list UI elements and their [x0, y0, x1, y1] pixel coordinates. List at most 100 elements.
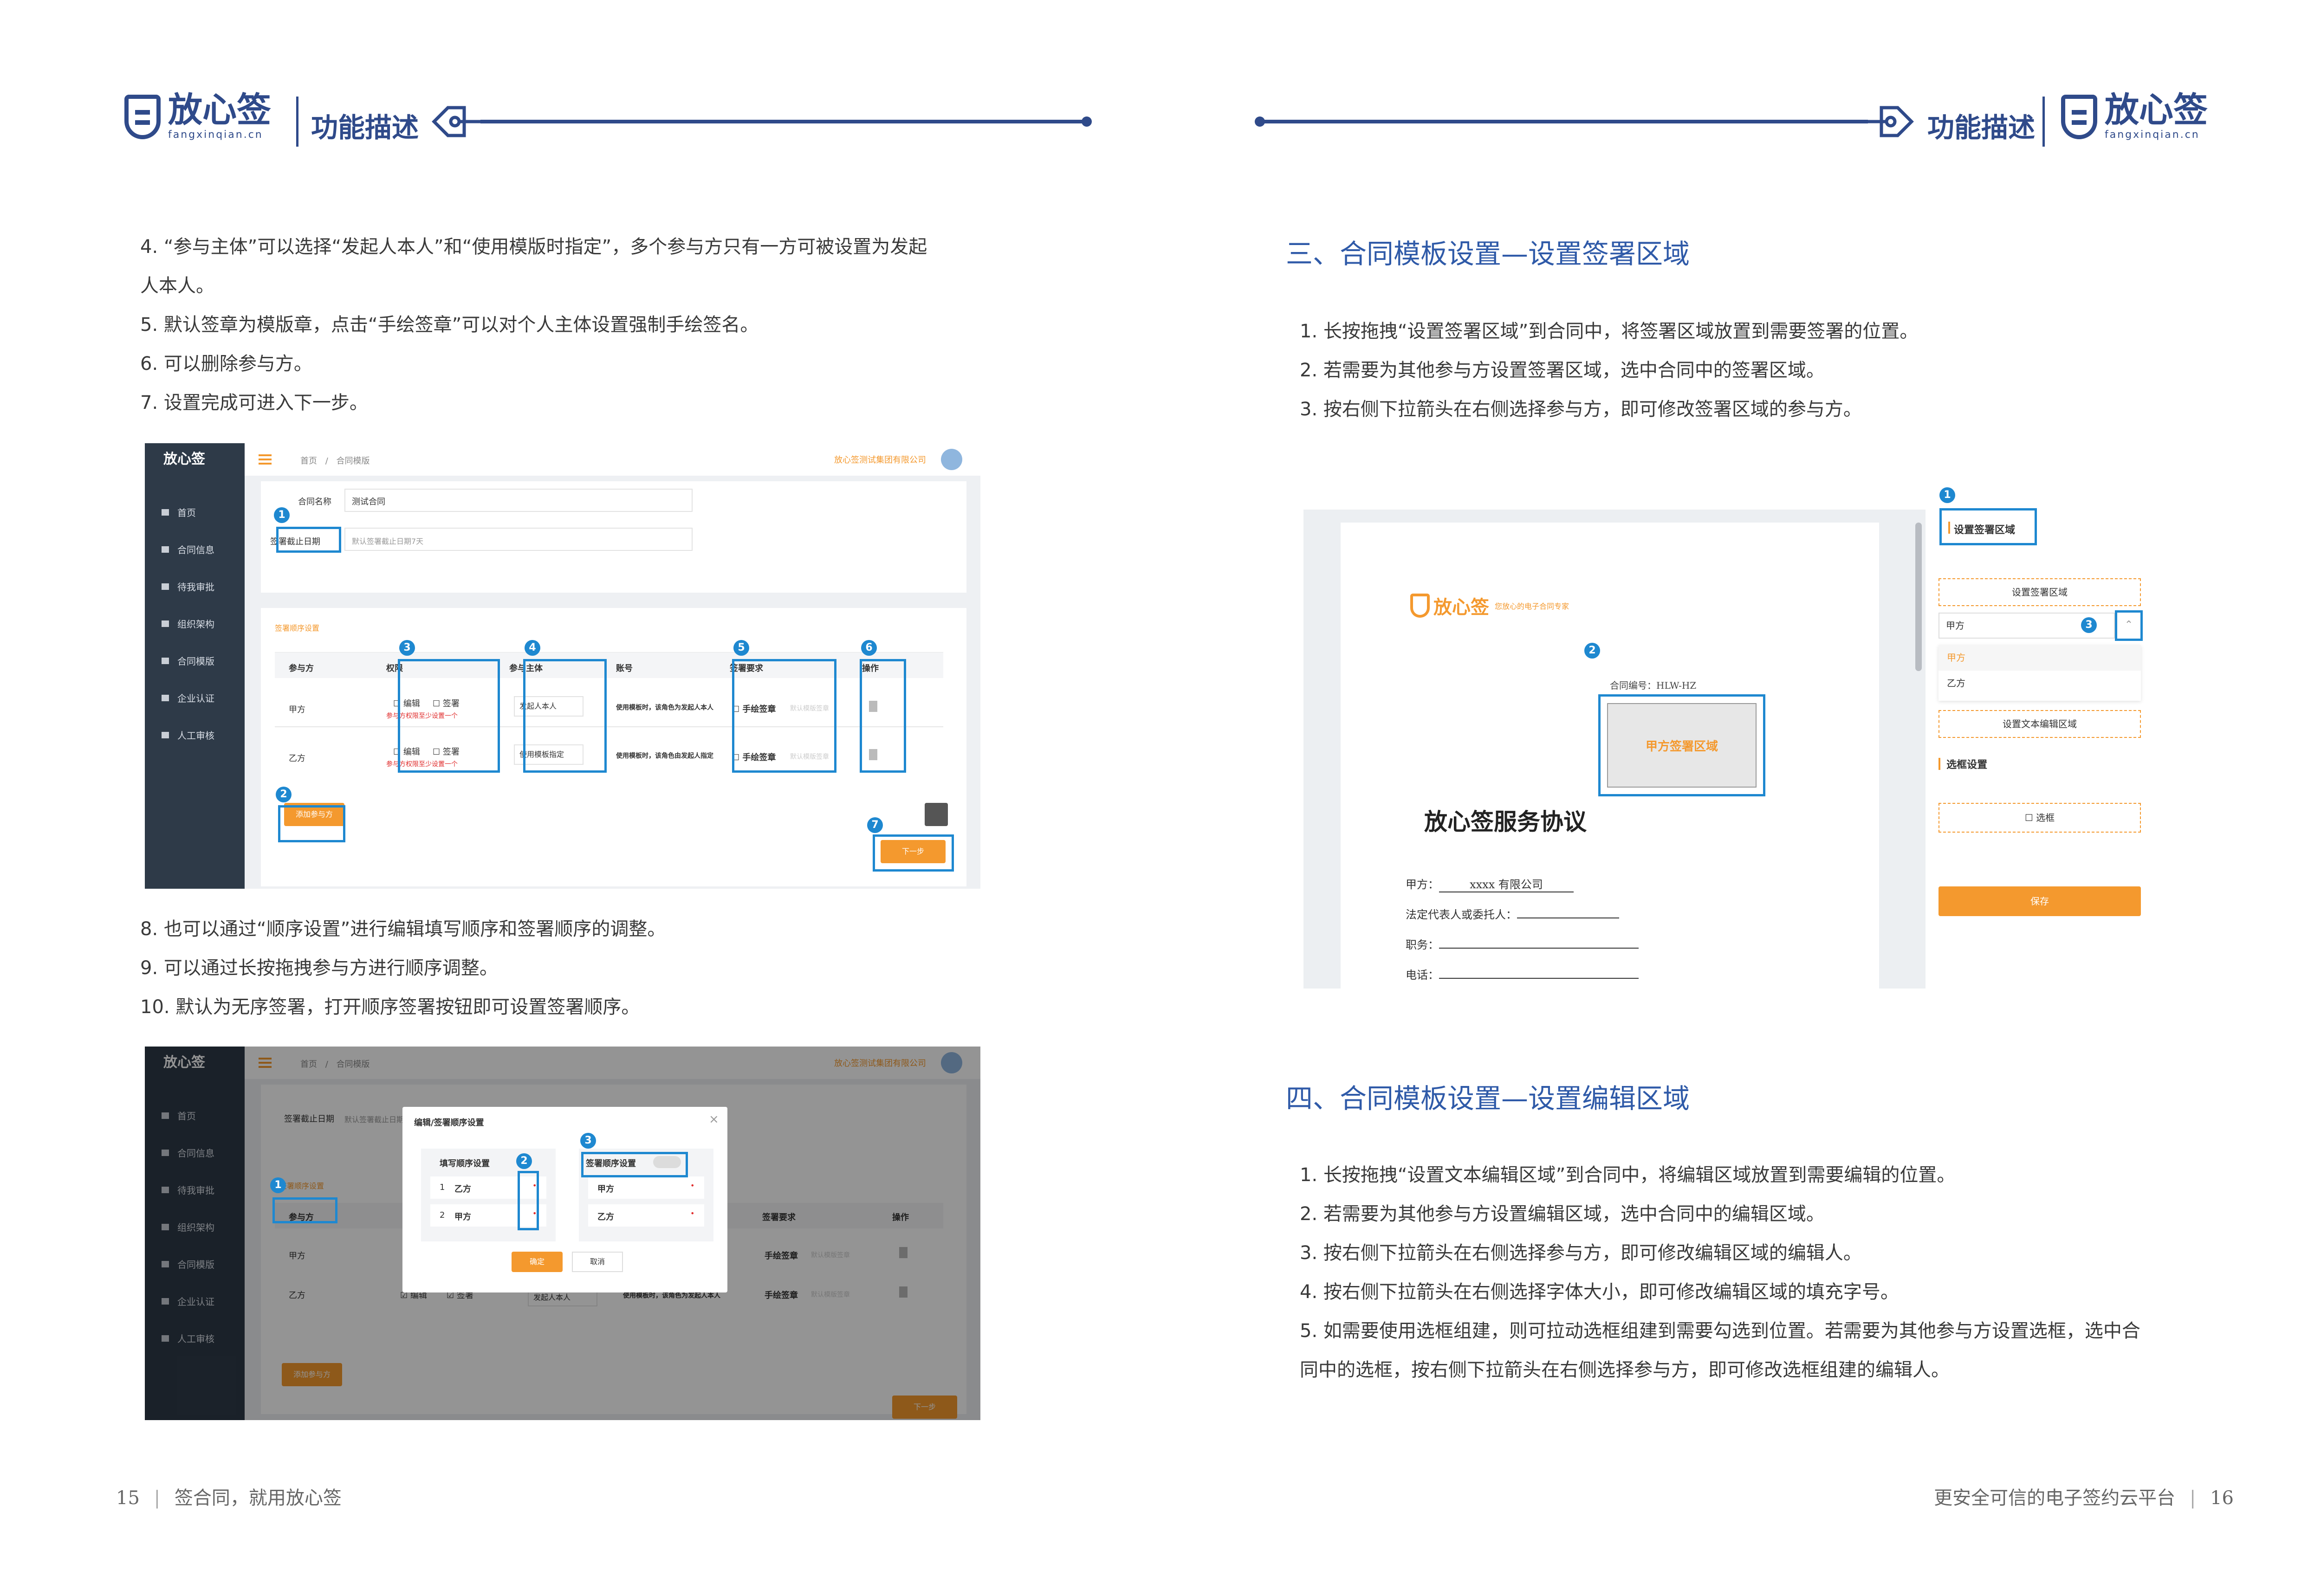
marker-4: 4 [525, 640, 540, 656]
row-party: 乙方 [289, 754, 305, 763]
chevron-up-icon[interactable]: ⌃ [2115, 610, 2143, 641]
step-text: 3. 按右侧下拉箭头在右侧选择参与方，即可修改签署区域的参与方。 [1300, 399, 1862, 420]
sidebar-logo: 放心签 [163, 451, 205, 467]
circuit-icon-right [1865, 106, 1914, 137]
marker-3: 3 [580, 1133, 596, 1149]
marker-5: 5 [733, 640, 749, 656]
breadcrumb-home[interactable]: 首页 [300, 456, 317, 466]
sign-order-item[interactable]: 甲方 • [588, 1176, 704, 1199]
step-text: 同中的选框，按右侧下拉箭头在右侧选择参与方，即可修改选框组建的编辑人。 [1300, 1359, 1950, 1381]
doc-field: 法定代表人或委托人： [1406, 905, 1619, 922]
section3-steps: 1. 长按拖拽“设置签署区域”到合同中，将签署区域放置到需要签署的位置。 2. … [1300, 312, 2275, 429]
header-left: 放心签 fangxinqian.cn [124, 93, 271, 141]
dropdown-option-selected[interactable]: 甲方 [1938, 645, 2141, 671]
step-text: 1. 长按拖拽“设置文本编辑区域”到合同中，将编辑区域放置到需要编辑的位置。 [1300, 1164, 1956, 1186]
step-text: 4. 按右侧下拉箭头在右侧选择字体大小，即可修改编辑区域的填充字号。 [1300, 1281, 1899, 1303]
table-header [275, 653, 943, 678]
header-rule-left [480, 120, 1086, 123]
marker-1: 1 [274, 507, 290, 523]
brand-name: 放心签 [168, 90, 271, 130]
sidebar-item[interactable]: 企业认证 [145, 680, 245, 717]
account-text: 使用模板时，该角色为发起人本人 [616, 704, 713, 711]
marker-2: 2 [276, 787, 292, 802]
screenshot-sign-area: 放心签 您放心的电子合同专家 合同编号：HLW-HZ 甲方签署区域 放心签服务协… [1303, 487, 2148, 989]
step-text: 2. 若需要为其他参与方设置签署区域，选中合同中的签署区域。 [1300, 360, 1825, 381]
marker-box-sign-toggle [581, 1152, 688, 1177]
order-dialog: 编辑/签署顺序设置 × 填写顺序设置 1 乙方 • 2 甲方 • 签署顺序设置 … [402, 1107, 727, 1292]
page-number-left: 15 [116, 1487, 140, 1509]
doc-logo: 放心签 您放心的电子合同专家 [1410, 592, 1569, 619]
sidebar-item[interactable]: 合同模版 [145, 643, 245, 680]
step-text: 10. 默认为无序签署，打开顺序签署按钮即可设置签署顺序。 [140, 996, 640, 1018]
doc-logo-icon [1410, 594, 1430, 618]
doc-page: 放心签 您放心的电子合同专家 合同编号：HLW-HZ 甲方签署区域 放心签服务协… [1341, 523, 1879, 989]
sign-area-box[interactable]: 甲方签署区域 [1598, 694, 1765, 796]
breadcrumb-current: 合同模版 [336, 456, 370, 466]
section-label-right: 功能描述 [1927, 112, 2036, 143]
steps-b: 8. 也可以通过“顺序设置”进行编辑填写顺序和签署顺序的调整。 9. 可以通过长… [140, 910, 1069, 1027]
header-rule-right [1260, 120, 1868, 123]
header-rule-dot-left [1082, 116, 1092, 127]
marker-box-add [278, 805, 345, 842]
brand-url: fangxinqian.cn [2105, 129, 2200, 141]
footer-slogan-right: 更安全可信的电子签约云平台 [1934, 1487, 2176, 1509]
sign-area-button[interactable]: 设置签署区域 [1938, 578, 2141, 606]
confirm-button[interactable]: 确定 [512, 1252, 563, 1272]
settings-panel: 1 设置签署区域 设置签署区域 甲方 3 ⌃ 甲方 乙方 设置文本编辑区域 选框… [1930, 487, 2148, 989]
sidebar-item[interactable]: 待我审批 [145, 569, 245, 606]
cancel-button[interactable]: 取消 [572, 1252, 623, 1272]
sign-order-item[interactable]: 乙方 • [588, 1204, 704, 1227]
sidebar-item[interactable]: 合同信息 [145, 531, 245, 569]
order-setting-link[interactable]: 签署顺序设置 [275, 622, 319, 633]
panel-heading-sign: 设置签署区域 [1939, 508, 2037, 545]
marker-1: 1 [1939, 487, 1955, 503]
marker-box-subject [523, 659, 607, 773]
save-button[interactable]: 保存 [1938, 886, 2141, 916]
deadline-input[interactable]: 默认签署截止日期7天 [344, 528, 693, 551]
row-party: 甲方 [289, 705, 305, 715]
step-text: 1. 长按拖拽“设置签署区域”到合同中，将签署区域放置到需要签署的位置。 [1300, 321, 1919, 342]
contract-name-input[interactable]: 测试合同 [344, 489, 693, 512]
close-icon[interactable]: × [709, 1112, 719, 1126]
step-text: 4. “参与主体”可以选择“发起人本人”和“使用模版时指定”，多个参与方只有一方… [140, 236, 927, 258]
screenshot-order-dialog: 放心签 首页 合同信息 待我审批 组织架构 合同模版 企业认证 人工审核 首页 … [145, 1047, 980, 1420]
brand-name: 放心签 [2105, 90, 2208, 130]
doc-title: 放心签服务协议 [1424, 808, 1587, 835]
circuit-icon [432, 106, 480, 137]
marker-7: 7 [867, 817, 883, 833]
marker-6: 6 [861, 640, 877, 656]
scroll-top-icon[interactable] [925, 803, 948, 826]
fill-order-title: 填写顺序设置 [440, 1159, 490, 1169]
doc-field: 电话： [1406, 966, 1639, 982]
contract-number: 合同编号：HLW-HZ [1610, 680, 1697, 691]
step-text: 3. 按右侧下拉箭头在右侧选择参与方，即可修改编辑区域的编辑人。 [1300, 1242, 1862, 1264]
deadline-placeholder: 默认签署截止日期7天 [352, 537, 424, 546]
marker-3: 3 [399, 640, 415, 656]
header-divider-right [2042, 97, 2045, 147]
marker-box-action [860, 659, 906, 773]
screenshot-participants: 放心签 首页 合同信息 待我审批 组织架构 合同模版 企业认证 人工审核 首页 … [145, 443, 980, 889]
sidebar-item[interactable]: 组织架构 [145, 606, 245, 643]
contract-name-value: 测试合同 [352, 497, 385, 507]
account-text: 使用模板时，该角色由发起人指定 [616, 752, 713, 760]
shield-logo-icon [124, 94, 161, 139]
dropdown-option[interactable]: 乙方 [1938, 671, 2141, 696]
step-text: 7. 设置完成可进入下一步。 [140, 392, 368, 414]
marker-3: 3 [2081, 617, 2097, 633]
step-text: 8. 也可以通过“顺序设置”进行编辑填写顺序和签署顺序的调整。 [140, 918, 666, 940]
avatar[interactable] [941, 449, 962, 470]
marker-box-fill-order [518, 1171, 539, 1230]
party-dropdown: 甲方 乙方 [1938, 645, 2141, 701]
section4-steps: 1. 长按拖拽“设置文本编辑区域”到合同中，将编辑区域放置到需要编辑的位置。 2… [1300, 1156, 2298, 1389]
header-right: 放心签 fangxinqian.cn [2061, 93, 2208, 141]
sidebar-item[interactable]: 人工审核 [145, 717, 245, 754]
menu-toggle-icon[interactable] [259, 454, 272, 456]
company-name: 放心签测试集团有限公司 [834, 455, 926, 465]
scrollbar[interactable] [1915, 523, 1922, 671]
step-text: 2. 若需要为其他参与方设置编辑区域，选中合同中的编辑区域。 [1300, 1203, 1825, 1225]
text-edit-area-button[interactable]: 设置文本编辑区域 [1938, 710, 2141, 738]
step-text: 人本人。 [140, 275, 214, 297]
sidebar-item[interactable]: 首页 [145, 494, 245, 531]
checkbox-button[interactable]: ☐ 选框 [1938, 803, 2141, 833]
shield-logo-icon [2061, 94, 2097, 139]
